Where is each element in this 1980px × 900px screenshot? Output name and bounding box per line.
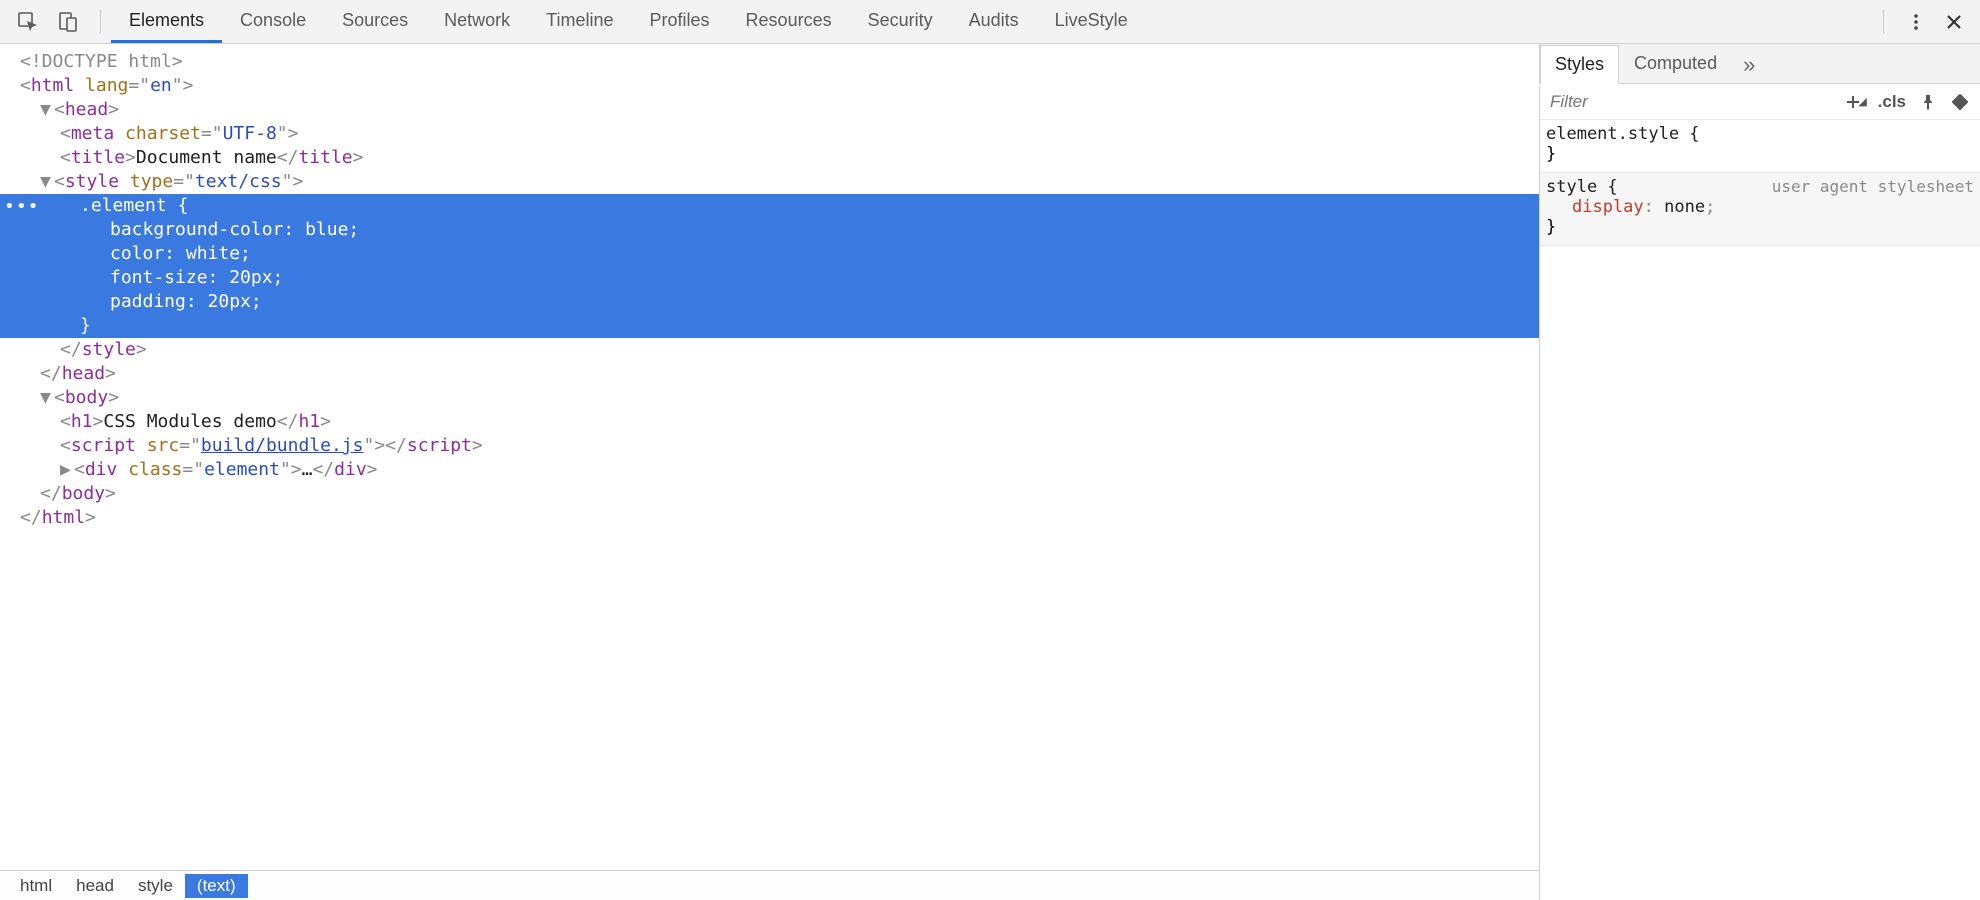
elements-panel: <!DOCTYPE html> <html lang="en"> ▼<head>…	[0, 44, 1540, 900]
dom-doctype[interactable]: <!DOCTYPE html>	[0, 50, 1539, 74]
tab-resources[interactable]: Resources	[728, 0, 850, 43]
add-rule-icon[interactable]: ◢	[1840, 87, 1872, 117]
styles-filter-input[interactable]	[1544, 88, 1840, 116]
tab-profiles[interactable]: Profiles	[632, 0, 728, 43]
dom-style-text-selected[interactable]: ••• .element { background-color: blue; c…	[0, 194, 1539, 338]
toolbar-separator	[100, 10, 101, 34]
cls-toggle-button[interactable]: .cls	[1872, 87, 1912, 117]
tab-console[interactable]: Console	[222, 0, 324, 43]
dom-script[interactable]: <script src="build/bundle.js"></script>	[0, 434, 1539, 458]
css-selector: .element {	[0, 194, 1539, 218]
toolbar-right	[1875, 8, 1974, 36]
dom-html-close[interactable]: </html>	[0, 506, 1539, 530]
css-line: color: white;	[0, 242, 1539, 266]
dom-style-open[interactable]: ▼<style type="text/css">	[0, 170, 1539, 194]
css-declaration[interactable]: display: none;	[1546, 197, 1974, 217]
dom-div-collapsed[interactable]: ▶<div class="element">…</div>	[0, 458, 1539, 482]
dom-title[interactable]: <title>Document name</title>	[0, 146, 1539, 170]
dom-h1[interactable]: <h1>CSS Modules demo</h1>	[0, 410, 1539, 434]
devtools-toolbar: Elements Console Sources Network Timelin…	[0, 0, 1980, 44]
ua-label: user agent stylesheet	[1772, 177, 1974, 196]
toolbar-separator	[1883, 10, 1884, 34]
css-line: padding: 20px;	[0, 290, 1539, 314]
hover-state-icon[interactable]	[1944, 87, 1976, 117]
css-close: }	[0, 314, 1539, 338]
crumb-html[interactable]: html	[8, 874, 64, 898]
dom-body-open[interactable]: ▼<body>	[0, 386, 1539, 410]
brace-close: }	[1546, 217, 1974, 237]
toolbar-left-icons	[6, 8, 90, 36]
devtools-tabs: Elements Console Sources Network Timelin…	[111, 0, 1146, 43]
crumb-style[interactable]: style	[126, 874, 185, 898]
side-tab-computed[interactable]: Computed	[1619, 44, 1732, 83]
styles-panel: Styles Computed » ◢ .cls element.style {…	[1540, 44, 1980, 900]
tab-audits[interactable]: Audits	[951, 0, 1037, 43]
css-line: background-color: blue;	[0, 218, 1539, 242]
dom-head-open[interactable]: ▼<head>	[0, 98, 1539, 122]
crumb-text[interactable]: (text)	[185, 874, 248, 898]
pin-icon[interactable]	[1912, 87, 1944, 117]
tab-security[interactable]: Security	[850, 0, 951, 43]
selection-dots-icon: •••	[4, 196, 40, 217]
user-agent-style-block[interactable]: style { user agent stylesheet display: n…	[1540, 173, 1980, 246]
styles-filter-row: ◢ .cls	[1540, 84, 1980, 120]
tab-sources[interactable]: Sources	[324, 0, 426, 43]
styles-rules: element.style { } style { user agent sty…	[1540, 120, 1980, 900]
inspect-icon[interactable]	[14, 8, 42, 36]
dom-meta[interactable]: <meta charset="UTF-8">	[0, 122, 1539, 146]
dom-html-open[interactable]: <html lang="en">	[0, 74, 1539, 98]
tab-elements[interactable]: Elements	[111, 0, 222, 43]
crumb-head[interactable]: head	[64, 874, 126, 898]
tab-network[interactable]: Network	[426, 0, 528, 43]
element-style-block[interactable]: element.style { }	[1540, 120, 1980, 173]
tab-timeline[interactable]: Timeline	[528, 0, 631, 43]
brace-close: }	[1546, 144, 1974, 164]
side-tab-more-icon[interactable]: »	[1732, 47, 1766, 83]
sidebar-tabs: Styles Computed »	[1540, 44, 1980, 84]
device-icon[interactable]	[54, 8, 82, 36]
dom-body-close[interactable]: </body>	[0, 482, 1539, 506]
css-line: font-size: 20px;	[0, 266, 1539, 290]
selector-ua: style { user agent stylesheet	[1546, 177, 1974, 197]
dom-style-close[interactable]: </style>	[0, 338, 1539, 362]
side-tab-styles[interactable]: Styles	[1540, 45, 1619, 84]
dom-tree[interactable]: <!DOCTYPE html> <html lang="en"> ▼<head>…	[0, 44, 1539, 870]
main-split: <!DOCTYPE html> <html lang="en"> ▼<head>…	[0, 44, 1980, 900]
close-icon[interactable]	[1940, 8, 1968, 36]
dom-head-close[interactable]: </head>	[0, 362, 1539, 386]
selector-element-style: element.style {	[1546, 124, 1974, 144]
tab-livestyle[interactable]: LiveStyle	[1037, 0, 1146, 43]
breadcrumb: html head style (text)	[0, 870, 1539, 900]
more-menu-icon[interactable]	[1902, 8, 1930, 36]
